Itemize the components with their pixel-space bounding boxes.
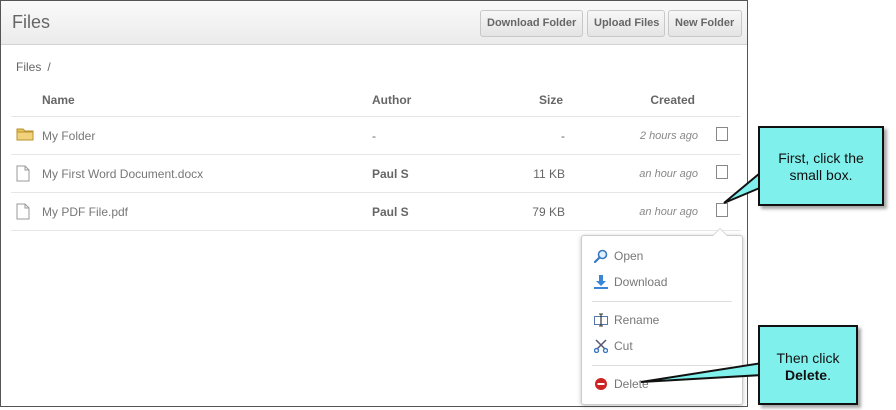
- callout-suffix: .: [827, 367, 831, 383]
- callout-bold-text: Delete: [785, 367, 828, 383]
- callout-first-step: First, click the small box.: [758, 126, 884, 206]
- callout-text: Then click: [776, 350, 840, 366]
- callout-text: First, click the small box.: [778, 150, 864, 183]
- callout-second-step: Then click Delete.: [758, 325, 858, 405]
- callout-pointer-second: [640, 361, 763, 383]
- callout-pointer-first: [723, 171, 764, 204]
